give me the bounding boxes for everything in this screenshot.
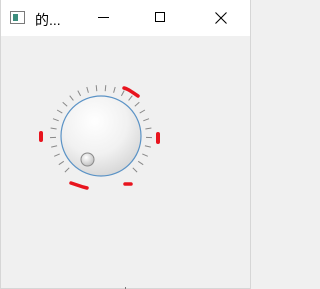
client-area (1, 36, 250, 289)
close-icon (215, 12, 227, 24)
dial-notch (120, 90, 125, 97)
dial-knob[interactable] (60, 95, 142, 177)
dial-notch (113, 86, 116, 93)
dial-notch (132, 167, 138, 173)
maximize-icon (155, 12, 165, 22)
dial-notch (139, 109, 146, 114)
window-title: 的... (35, 12, 61, 28)
dial-widget[interactable] (1, 36, 252, 289)
dial-notch (52, 118, 59, 122)
app-window-icon (10, 11, 25, 24)
dial-notch (128, 95, 133, 101)
annotation-mark-bottom-left (69, 181, 89, 190)
dial-notch (143, 118, 150, 122)
app-window: 的... (0, 0, 251, 289)
close-button[interactable] (198, 0, 244, 36)
dial-notch (86, 86, 89, 93)
dial-notch (69, 95, 74, 101)
dial-notch (50, 127, 57, 130)
title-bar[interactable]: 的... (1, 0, 250, 36)
dial-notch (56, 109, 63, 114)
dial-notch (104, 85, 107, 92)
dial-notch (58, 160, 65, 166)
dial-notch (54, 153, 60, 157)
minimize-button[interactable] (80, 0, 126, 36)
dial-notch (95, 85, 98, 92)
dial-notch (64, 167, 70, 173)
maximize-button[interactable] (137, 0, 183, 36)
dial-notch (144, 145, 151, 148)
dial-notch (51, 145, 58, 148)
dial-notch (145, 127, 152, 130)
dial-notch (62, 101, 68, 107)
minimize-icon (98, 17, 109, 18)
dial-notch (134, 101, 140, 107)
dial-handle[interactable] (80, 152, 95, 167)
dial-notch (137, 160, 144, 166)
annotation-mark-top-right (122, 86, 140, 98)
dial-notch (142, 153, 148, 157)
dial-notch (77, 90, 82, 97)
